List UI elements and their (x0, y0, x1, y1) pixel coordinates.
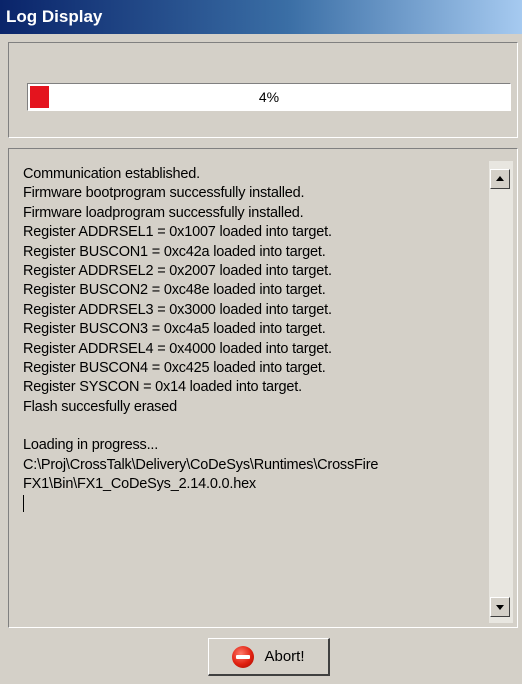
log-line: Firmware bootprogram successfully instal… (23, 185, 305, 202)
abort-button[interactable]: Abort! (208, 638, 330, 676)
stop-icon (232, 645, 255, 668)
progress-panel: 4% (8, 42, 518, 138)
log-line: Flash succesfully erased (23, 398, 177, 415)
log-line: Register BUSCON3 = 0xc4a5 loaded into ta… (23, 321, 326, 338)
log-line: Register SYSCON = 0x14 loaded into targe… (23, 379, 302, 396)
progress-label: 4% (258, 89, 280, 105)
log-line: Register BUSCON4 = 0xc425 loaded into ta… (23, 359, 326, 376)
text-caret (23, 495, 24, 513)
scroll-down-button[interactable] (490, 597, 510, 617)
log-line: Firmware loadprogram successfully instal… (23, 204, 304, 221)
log-line: Register ADDRSEL1 = 0x1007 loaded into t… (23, 224, 332, 241)
log-line: Register ADDRSEL2 = 0x2007 loaded into t… (23, 262, 332, 279)
window-title: Log Display (0, 0, 522, 34)
log-caret-line (23, 495, 483, 514)
log-line: FX1\Bin\FX1_CoDeSys_2.14.0.0.hex (23, 476, 256, 493)
log-line: Register BUSCON1 = 0xc42a loaded into ta… (23, 243, 326, 260)
log-line: Register ADDRSEL4 = 0x4000 loaded into t… (23, 340, 332, 357)
log-line: Communication established. (23, 166, 200, 182)
abort-button-label: Abort! (264, 648, 305, 665)
arrow-up-icon (496, 176, 504, 181)
log-line: Register BUSCON2 = 0xc48e loaded into ta… (23, 282, 326, 299)
log-panel: Communication established. Firmware bootp… (8, 148, 518, 628)
log-line: C:\Proj\CrossTalk\Delivery\CoDeSys\Runti… (23, 456, 379, 473)
log-line: Register ADDRSEL3 = 0x3000 loaded into t… (23, 301, 332, 318)
log-line: Loading in progress... (23, 437, 159, 454)
arrow-down-icon (496, 605, 504, 610)
log-display-window: Log Display 4% Communication established… (0, 0, 522, 684)
progress-bar: 4% (27, 83, 511, 111)
log-text-area[interactable]: Communication established. Firmware bootp… (23, 165, 483, 615)
log-scrollbar[interactable] (489, 161, 513, 623)
scroll-up-button[interactable] (490, 169, 510, 189)
